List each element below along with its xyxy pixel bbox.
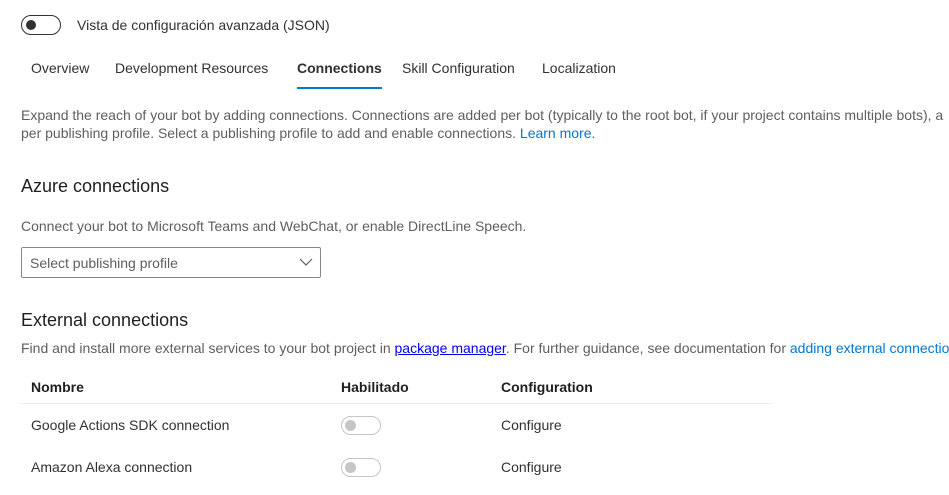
description-middle: . For further guidance, see documentatio… bbox=[505, 340, 786, 356]
adding-external-connections-link[interactable]: adding external connectio bbox=[790, 340, 949, 356]
package-manager-link[interactable]: package manager bbox=[395, 340, 506, 356]
amazon-alexa-enable-toggle[interactable] bbox=[341, 458, 381, 477]
tab-overview[interactable]: Overview bbox=[31, 60, 89, 76]
external-connections-heading: External connections bbox=[21, 310, 189, 330]
chevron-down-icon bbox=[299, 258, 313, 266]
azure-connections-description: Connect your bot to Microsoft Teams and … bbox=[21, 218, 527, 234]
tab-label: Overview bbox=[31, 60, 90, 76]
toggle-knob bbox=[345, 420, 356, 431]
column-header-configuration: Configuration bbox=[501, 379, 593, 395]
tab-label: Skill Configuration bbox=[402, 60, 515, 76]
toggle-knob bbox=[26, 20, 36, 30]
description-prefix: Find and install more external services … bbox=[21, 340, 391, 356]
column-header-name: Nombre bbox=[31, 379, 84, 395]
configure-link[interactable]: Configure bbox=[501, 459, 562, 475]
advanced-json-toggle[interactable] bbox=[21, 15, 61, 35]
azure-connections-heading: Azure connections bbox=[21, 176, 170, 196]
tab-localization[interactable]: Localization bbox=[542, 60, 616, 76]
toggle-knob bbox=[345, 462, 356, 473]
table-header-divider bbox=[21, 403, 771, 404]
learn-more-link[interactable]: Learn more. bbox=[520, 125, 595, 141]
external-connections-description: Find and install more external services … bbox=[21, 339, 949, 357]
tab-development-resources[interactable]: Development Resources bbox=[115, 60, 268, 76]
connection-name: Amazon Alexa connection bbox=[31, 459, 193, 475]
dropdown-placeholder: Select publishing profile bbox=[30, 255, 178, 271]
tab-skill-configuration[interactable]: Skill Configuration bbox=[402, 60, 515, 76]
tab-label: Localization bbox=[542, 60, 616, 76]
tab-label: Connections bbox=[297, 60, 382, 76]
active-tab-indicator bbox=[297, 87, 382, 89]
connection-name: Google Actions SDK connection bbox=[31, 417, 230, 433]
advanced-json-toggle-label: Vista de configuración avanzada (JSON) bbox=[77, 17, 330, 33]
configure-link[interactable]: Configure bbox=[501, 417, 562, 433]
tab-connections[interactable]: Connections bbox=[297, 60, 382, 89]
google-actions-enable-toggle[interactable] bbox=[341, 416, 381, 435]
intro-line-2-text: per publishing profile. Select a publish… bbox=[21, 125, 517, 141]
column-header-enabled: Habilitado bbox=[341, 379, 409, 395]
publishing-profile-dropdown[interactable]: Select publishing profile bbox=[21, 247, 321, 278]
intro-line-1: Expand the reach of your bot by adding c… bbox=[21, 107, 944, 123]
connections-intro: Expand the reach of your bot by adding c… bbox=[21, 106, 943, 142]
tab-label: Development Resources bbox=[115, 60, 269, 76]
intro-line-2: per publishing profile. Select a publish… bbox=[21, 124, 943, 142]
